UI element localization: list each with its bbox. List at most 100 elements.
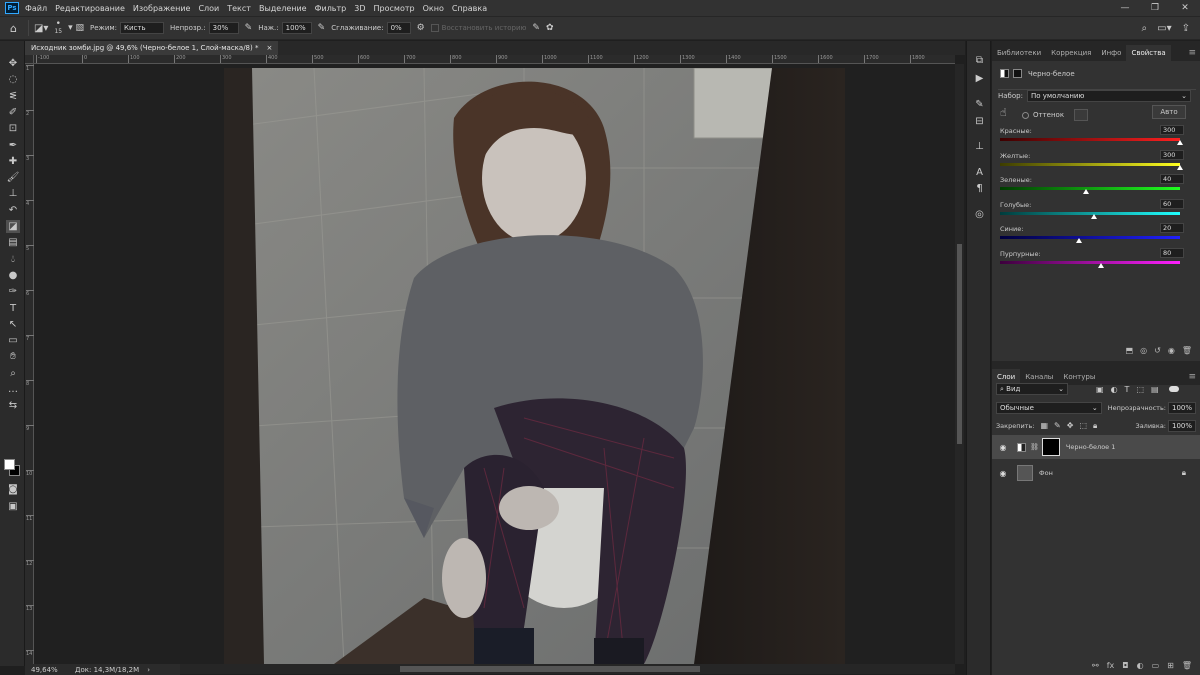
auto-button[interactable]: Авто bbox=[1152, 105, 1186, 119]
menu-item[interactable]: Окно bbox=[423, 4, 444, 13]
menu-item[interactable]: Файл bbox=[25, 4, 47, 13]
gradient-tool-icon[interactable]: ▤ bbox=[6, 236, 20, 249]
paragraph-panel-icon[interactable]: ¶ bbox=[973, 183, 986, 194]
share-icon[interactable]: ⇪ bbox=[1182, 23, 1190, 34]
document-size[interactable]: Док: 14,3M/18,2M bbox=[75, 666, 139, 674]
hand-tool-icon[interactable]: ✋︎ bbox=[6, 350, 20, 363]
vertical-scrollbar[interactable] bbox=[955, 64, 964, 664]
tab-info[interactable]: Инфо bbox=[1096, 45, 1126, 61]
preset-select[interactable]: По умолчанию ⌄ bbox=[1026, 90, 1191, 102]
mode-select[interactable]: Кисть bbox=[120, 22, 165, 34]
vertical-scroll-thumb[interactable] bbox=[957, 244, 962, 444]
tab-libraries[interactable]: Библиотеки bbox=[992, 45, 1046, 61]
pressure-input[interactable]: 100% bbox=[281, 22, 312, 34]
targeted-adjustment-icon[interactable]: ☝ bbox=[1000, 106, 1007, 119]
slider-thumb[interactable] bbox=[1177, 164, 1183, 170]
fx-icon[interactable]: fx bbox=[1107, 661, 1115, 670]
type-tool-icon[interactable]: T bbox=[6, 302, 20, 315]
chain-icon[interactable]: ⛓ bbox=[1030, 443, 1039, 451]
home-icon[interactable]: ⌂ bbox=[10, 22, 17, 35]
clone-stamp-icon[interactable]: ⊥ bbox=[6, 187, 20, 200]
restore-button[interactable]: ❐ bbox=[1140, 0, 1170, 16]
foreground-color[interactable] bbox=[4, 459, 15, 470]
view-previous-icon[interactable]: ◎ bbox=[1140, 346, 1147, 355]
slider-track[interactable] bbox=[1000, 236, 1180, 240]
history-brush-icon[interactable]: ↶ bbox=[6, 204, 20, 217]
menu-item[interactable]: Выделение bbox=[259, 4, 307, 13]
airbrush-icon[interactable]: ✎ bbox=[318, 23, 326, 33]
filter-pixel-icon[interactable]: ▣ bbox=[1096, 385, 1104, 394]
horizontal-scroll-thumb[interactable] bbox=[400, 666, 700, 672]
filter-type-icon[interactable]: T bbox=[1125, 385, 1130, 394]
menu-item[interactable]: Текст bbox=[227, 4, 251, 13]
horizontal-scrollbar[interactable] bbox=[180, 664, 955, 674]
trash-icon[interactable]: 🗑 bbox=[1182, 346, 1192, 355]
layer-row[interactable]: ◉ ⛓ Черно-белое 1 bbox=[992, 435, 1200, 459]
panel-menu-icon[interactable]: ≡ bbox=[1188, 369, 1196, 385]
more-tools-icon[interactable]: … bbox=[6, 383, 20, 396]
quick-select-icon[interactable]: ✐ bbox=[6, 106, 20, 119]
add-mask-icon[interactable]: ◘ bbox=[1122, 661, 1128, 670]
lock-transparency-icon[interactable]: ▦ bbox=[1040, 421, 1048, 431]
menu-item[interactable]: Просмотр bbox=[374, 4, 415, 13]
lock-all-icon[interactable]: 🔒︎ bbox=[1093, 421, 1097, 431]
brush-tool-icon[interactable]: 🖌︎ bbox=[6, 171, 20, 184]
visibility-icon[interactable]: ◉ bbox=[1168, 346, 1175, 355]
layer-thumbnail[interactable] bbox=[1017, 465, 1033, 481]
slider-value-input[interactable]: 80 bbox=[1160, 248, 1184, 258]
menu-item[interactable]: Изображение bbox=[133, 4, 191, 13]
filter-smart-icon[interactable]: ▤ bbox=[1151, 385, 1159, 394]
character-panel-icon[interactable]: A bbox=[973, 167, 986, 178]
quick-mask-icon[interactable]: ◙ bbox=[6, 483, 20, 496]
slider-track[interactable] bbox=[1000, 138, 1180, 141]
pressure-size-icon[interactable]: ✎ bbox=[532, 23, 540, 33]
layer-name[interactable]: Черно-белое 1 bbox=[1066, 443, 1116, 451]
blend-mode-select[interactable]: Обычные ⌄ bbox=[996, 402, 1102, 414]
slider-thumb[interactable] bbox=[1097, 263, 1104, 268]
slider-thumb[interactable] bbox=[1076, 238, 1083, 244]
minimize-button[interactable]: — bbox=[1110, 0, 1140, 16]
menu-item[interactable]: Фильтр bbox=[315, 4, 347, 13]
document-image[interactable] bbox=[224, 68, 845, 664]
layer-opacity-input[interactable]: 100% bbox=[1168, 402, 1196, 414]
layer-row[interactable]: ◉ Фон 🔒︎ bbox=[992, 461, 1200, 485]
layer-mask-thumbnail[interactable] bbox=[1041, 438, 1060, 456]
brush-panel-icon[interactable]: ✎ bbox=[973, 99, 986, 110]
clone-source-icon[interactable]: ⊥ bbox=[973, 141, 986, 152]
opacity-input[interactable]: 30% bbox=[208, 22, 239, 34]
healing-brush-icon[interactable]: ✚ bbox=[6, 155, 20, 168]
lock-position-icon[interactable]: ✥ bbox=[1067, 421, 1074, 431]
workspace-icon[interactable]: ▭▾ bbox=[1157, 23, 1171, 34]
slider-value-input[interactable]: 300 bbox=[1160, 125, 1184, 135]
symmetry-icon[interactable]: ✿ bbox=[546, 23, 554, 33]
slider-thumb[interactable] bbox=[1083, 189, 1090, 195]
zoom-level[interactable]: 49,64% bbox=[31, 666, 75, 674]
tint-color-swatch[interactable] bbox=[1074, 109, 1089, 121]
slider-value-input[interactable]: 40 bbox=[1160, 174, 1184, 185]
tab-adjustments[interactable]: Коррекция bbox=[1046, 45, 1096, 61]
crop-tool-icon[interactable]: ⊡ bbox=[6, 122, 20, 135]
filter-toggle[interactable] bbox=[1168, 386, 1179, 392]
slider-value-input[interactable]: 60 bbox=[1160, 198, 1184, 209]
delete-layer-icon[interactable]: 🗑 bbox=[1182, 661, 1192, 670]
panel-menu-icon[interactable]: ≡ bbox=[1188, 45, 1196, 61]
eraser-tool-icon[interactable]: ◪▾ bbox=[34, 23, 48, 34]
brush-preset-picker[interactable]: • 15 bbox=[54, 20, 62, 36]
menu-item[interactable]: Слои bbox=[198, 4, 219, 13]
pressure-opacity-icon[interactable]: ✎ bbox=[245, 23, 253, 33]
shape-tool-icon[interactable]: ▭ bbox=[6, 334, 20, 347]
color-swap-icon[interactable]: ⇆ bbox=[6, 399, 20, 412]
smoothing-input[interactable]: 0% bbox=[386, 22, 411, 34]
pen-tool-icon[interactable]: ✑ bbox=[6, 285, 20, 298]
ruler-origin[interactable] bbox=[25, 55, 34, 64]
slider-track[interactable] bbox=[1000, 162, 1180, 166]
filter-shape-icon[interactable]: ⬚ bbox=[1136, 385, 1144, 394]
menu-item[interactable]: 3D bbox=[354, 4, 365, 13]
mask-icon[interactable] bbox=[1013, 69, 1022, 78]
reset-icon[interactable]: ↺ bbox=[1154, 346, 1161, 355]
dodge-tool-icon[interactable]: ● bbox=[6, 269, 20, 282]
slider-value-input[interactable]: 300 bbox=[1160, 149, 1184, 160]
brush-settings-icon[interactable]: ▾ ▧ bbox=[68, 23, 84, 33]
layer-name[interactable]: Фон bbox=[1039, 469, 1053, 477]
canvas-area[interactable] bbox=[34, 64, 955, 664]
